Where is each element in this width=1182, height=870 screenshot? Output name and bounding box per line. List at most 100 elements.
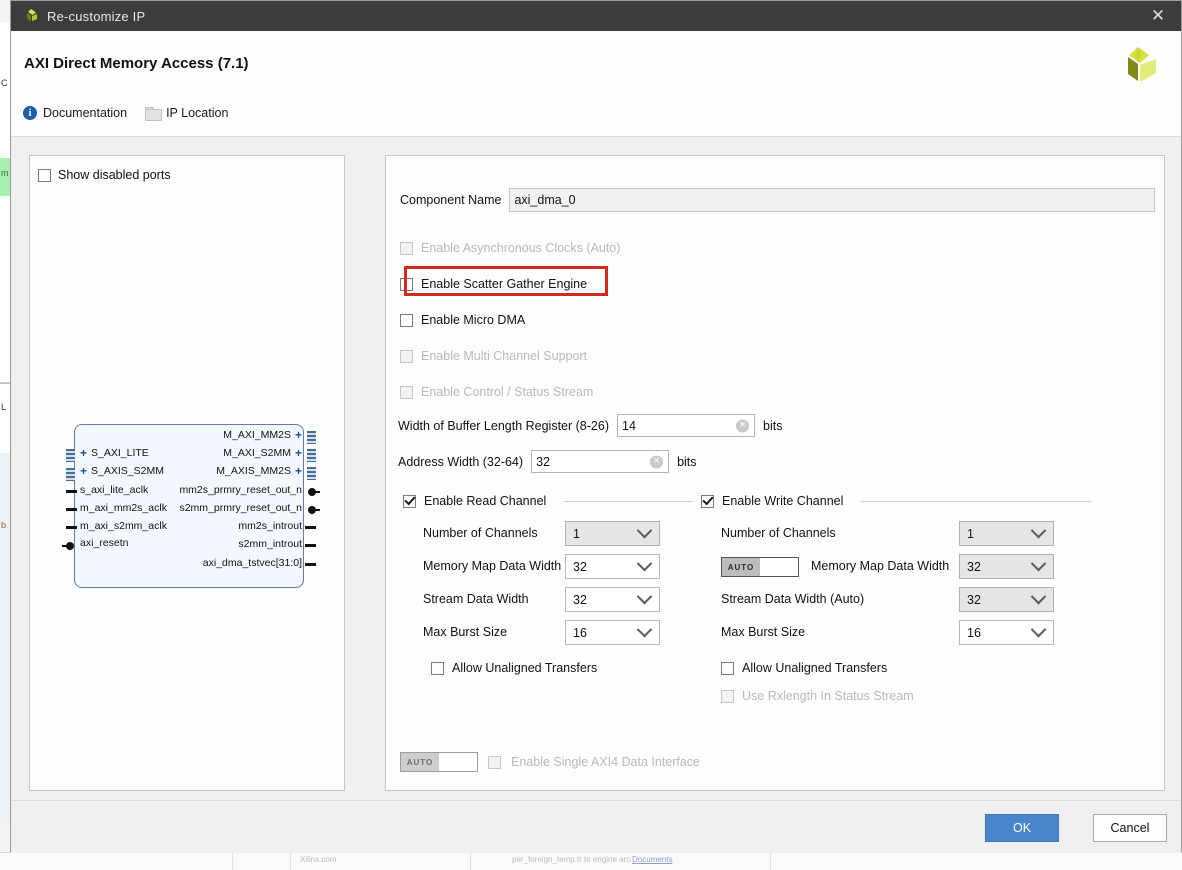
write-stream-data-width-row: Stream Data Width (Auto) 32 [701, 587, 1091, 613]
component-name-label: Component Name [400, 193, 502, 207]
port-name: s_axi_lite_aclk [80, 484, 149, 496]
clear-icon[interactable]: ✕ [650, 455, 664, 468]
read-mm-data-width-value: 32 [573, 559, 587, 574]
ip-location-link[interactable]: IP Location [145, 106, 229, 121]
bus-stub [307, 449, 316, 462]
read-max-burst-value: 16 [573, 625, 587, 640]
auto-toggle-label: AUTO [401, 753, 439, 771]
chevron-down-icon [1030, 522, 1047, 539]
port-label-left: + S_AXIS_S2MM [80, 465, 164, 477]
write-channel-group: Enable Write Channel Number of Channels … [701, 494, 1091, 703]
background-label: C [1, 78, 8, 88]
component-name-input[interactable]: axi_dma_0 [509, 188, 1155, 212]
read-max-burst-select[interactable]: 16 [565, 620, 660, 645]
checkbox-box [488, 755, 501, 769]
port-name: S_AXIS_S2MM [91, 465, 164, 477]
port-label-right: mm2s_prmry_reset_out_n [179, 484, 302, 496]
dialog-titlebar: Re-customize IP ✕ [11, 1, 1181, 31]
show-disabled-ports-checkbox[interactable]: Show disabled ports [38, 168, 171, 182]
write-max-burst-row: Max Burst Size 16 [701, 620, 1091, 646]
background-divider [770, 853, 771, 870]
checkbox-box [721, 689, 734, 703]
write-max-burst-label: Max Burst Size [721, 625, 806, 639]
enable-scatter-gather-checkbox[interactable]: Enable Scatter Gather Engine [400, 266, 608, 296]
address-width-input[interactable]: 32 ✕ [531, 450, 670, 473]
write-max-burst-select[interactable]: 16 [959, 620, 1054, 645]
diagram-panel: Show disabled ports + S_AXI_LITE + S_AXI… [29, 155, 345, 791]
write-num-channels-value: 1 [967, 526, 974, 541]
checkbox-box [400, 277, 413, 291]
read-stream-data-width-select[interactable]: 32 [565, 587, 660, 612]
close-icon[interactable]: ✕ [1135, 1, 1181, 31]
enable-multi-channel-label: Enable Multi Channel Support [421, 349, 588, 363]
component-name-value: axi_dma_0 [514, 193, 576, 207]
chevron-down-icon [1030, 621, 1047, 638]
read-num-channels-row: Number of Channels 1 [403, 521, 693, 547]
chevron-down-icon [1030, 588, 1047, 605]
buffer-length-row: Width of Buffer Length Register (8-26) 1… [398, 414, 782, 437]
chevron-down-icon [636, 555, 653, 572]
background-item: per_foreign_temp.tr to engine arc [512, 855, 631, 864]
write-stream-data-width-select[interactable]: 32 [959, 587, 1054, 612]
bus-stub [307, 431, 316, 444]
port-name: M_AXI_MM2S [223, 429, 291, 441]
write-mm-data-width-select[interactable]: 32 [959, 554, 1054, 579]
read-stream-data-width-label: Stream Data Width [423, 592, 529, 606]
use-rxlength-checkbox: Use Rxlength In Status Stream [721, 689, 1091, 703]
buffer-length-input[interactable]: 14 ✕ [617, 414, 755, 437]
dialog-body: Show disabled ports + S_AXI_LITE + S_AXI… [11, 137, 1181, 800]
enable-write-channel-checkbox[interactable]: Enable Write Channel [701, 494, 1091, 508]
xilinx-pinwheel-logo-icon [1115, 43, 1161, 89]
header-links: i Documentation IP Location [23, 106, 229, 121]
buffer-length-value: 14 [622, 418, 636, 433]
cancel-button[interactable]: Cancel [1093, 814, 1167, 842]
enable-read-channel-checkbox[interactable]: Enable Read Channel [403, 494, 693, 508]
documentation-link[interactable]: i Documentation [23, 106, 127, 120]
read-num-channels-select[interactable]: 1 [565, 521, 660, 546]
bus-stub [66, 449, 75, 462]
write-allow-unaligned-checkbox[interactable]: Allow Unaligned Transfers [721, 661, 1091, 675]
enable-micro-dma-checkbox[interactable]: Enable Micro DMA [400, 313, 525, 327]
plus-icon: + [294, 464, 302, 478]
recustomize-ip-dialog: Re-customize IP ✕ AXI Direct Memory Acce… [10, 0, 1182, 853]
show-disabled-ports-label: Show disabled ports [58, 168, 171, 182]
checkbox-box [400, 241, 413, 255]
port-name: axi_resetn [80, 537, 129, 549]
port-label-right: M_AXI_MM2S + [223, 429, 302, 441]
write-mm-data-width-label: Memory Map Data Width [811, 559, 950, 573]
ok-button[interactable]: OK [985, 814, 1059, 842]
address-width-label: Address Width (32-64) [398, 454, 524, 469]
port-label-right: s2mm_introut [238, 538, 302, 550]
write-num-channels-select[interactable]: 1 [959, 521, 1054, 546]
enable-multi-channel-checkbox: Enable Multi Channel Support [400, 349, 587, 363]
port-name: m_axi_s2mm_aclk [80, 520, 167, 532]
port-label-left: s_axi_lite_aclk [80, 484, 148, 496]
checkbox-box [38, 168, 51, 182]
port-label-right: s2mm_prmry_reset_out_n [179, 502, 302, 514]
background-item: Xilinx.com [300, 855, 337, 864]
enable-async-clocks-label: Enable Asynchronous Clocks (Auto) [421, 241, 621, 255]
write-mm-auto-toggle[interactable]: AUTO [721, 557, 799, 577]
write-max-burst-value: 16 [967, 625, 981, 640]
ip-location-label: IP Location [166, 106, 229, 120]
port-label-left: m_axi_s2mm_aclk [80, 520, 167, 532]
port-name: axi_dma_tstvec[31:0] [202, 557, 302, 569]
address-width-value: 32 [536, 454, 550, 469]
xilinx-logo-icon [23, 8, 39, 24]
single-axi4-label: Enable Single AXI4 Data Interface [511, 755, 701, 769]
enable-scatter-gather-label: Enable Scatter Gather Engine [421, 277, 588, 291]
clear-icon[interactable]: ✕ [736, 419, 749, 432]
address-width-row: Address Width (32-64) 32 ✕ bits [398, 450, 697, 473]
port-label-left: axi_resetn [80, 537, 128, 549]
checkbox-box [721, 661, 734, 675]
chevron-down-icon [636, 588, 653, 605]
background-item-link[interactable]: Documents [632, 855, 672, 864]
read-num-channels-value: 1 [573, 526, 580, 541]
port-name: M_AXIS_MM2S [216, 465, 291, 477]
background-label: b [1, 520, 7, 530]
read-mm-data-width-select[interactable]: 32 [565, 554, 660, 579]
port-label-left: m_axi_mm2s_aclk [80, 502, 167, 514]
checkbox-box [400, 313, 413, 327]
single-axi4-auto-toggle: AUTO [400, 752, 478, 772]
read-allow-unaligned-checkbox[interactable]: Allow Unaligned Transfers [431, 661, 693, 675]
